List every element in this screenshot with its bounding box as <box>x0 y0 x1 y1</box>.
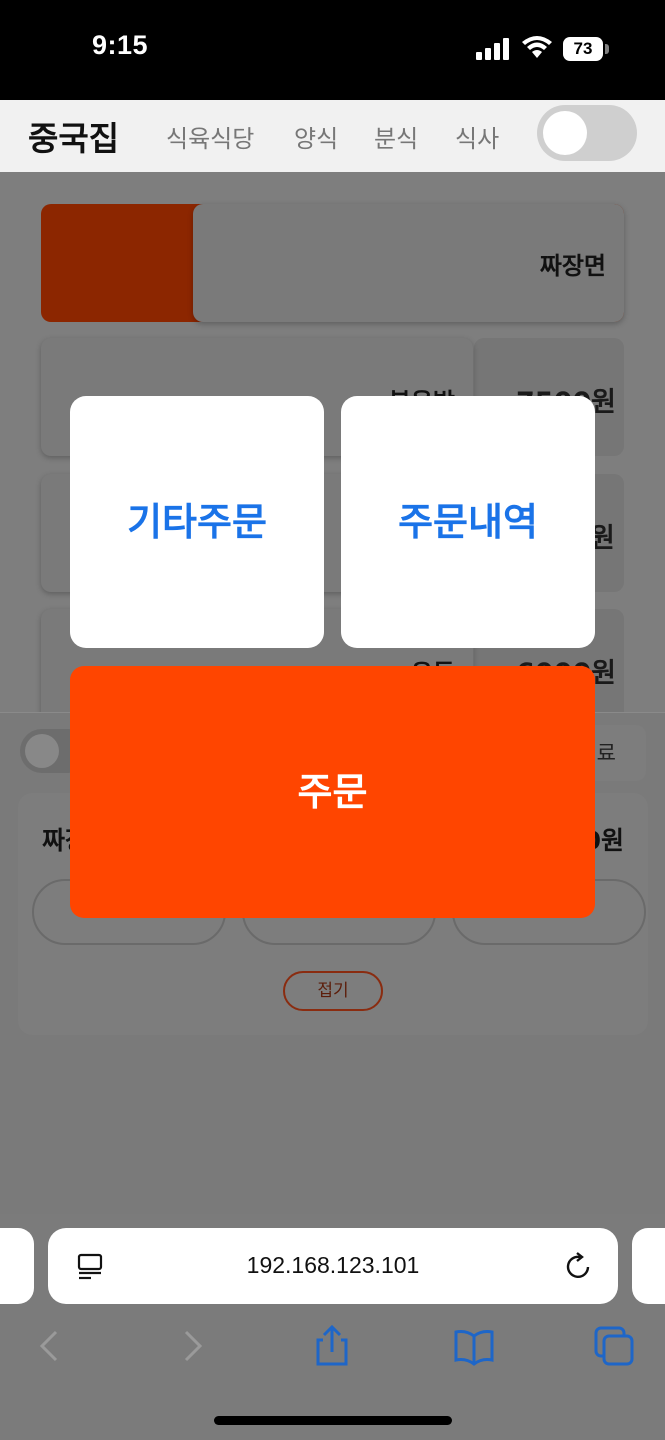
order-button[interactable]: 주문 <box>70 666 595 918</box>
reload-icon[interactable] <box>564 1250 594 1282</box>
tabs-icon[interactable] <box>592 1324 636 1368</box>
order-history-button[interactable]: 주문내역 <box>341 396 595 648</box>
nav-item-sikyuk[interactable]: 식육식당 <box>166 119 254 154</box>
fold-button[interactable]: 접기 <box>283 971 383 1011</box>
status-time: 9:15 <box>92 30 149 60</box>
wifi-icon <box>522 36 552 58</box>
top-nav: 중국집 식육식당 양식 분식 식사 <box>0 100 665 172</box>
share-icon[interactable] <box>310 1324 354 1368</box>
toggle-knob <box>25 734 59 768</box>
prev-tab-preview[interactable] <box>0 1228 34 1304</box>
brand-title[interactable]: 중국집 <box>28 112 119 160</box>
menu-item-card[interactable]: 짜장면 <box>193 204 624 322</box>
bookmarks-icon[interactable] <box>452 1324 496 1368</box>
url-text: 192.168.123.101 <box>246 1252 420 1278</box>
back-icon[interactable] <box>28 1324 72 1368</box>
battery-icon: 73 <box>563 37 603 61</box>
nav-item-snack[interactable]: 분식 <box>374 119 418 154</box>
nav-item-western[interactable]: 양식 <box>294 119 338 154</box>
cellular-signal-icon <box>476 38 512 60</box>
status-bar: 9:15 73 <box>0 0 665 100</box>
forward-icon[interactable] <box>170 1324 214 1368</box>
menu-item-name: 짜장면 <box>539 252 606 280</box>
address-bar[interactable]: 192.168.123.101 <box>48 1228 618 1304</box>
home-indicator <box>214 1416 452 1425</box>
next-tab-preview[interactable] <box>632 1228 665 1304</box>
mode-toggle[interactable] <box>537 105 637 161</box>
toggle-knob <box>543 111 587 155</box>
battery-tip <box>605 44 609 54</box>
nav-item-meal[interactable]: 식사 <box>455 119 499 154</box>
browser-toolbar: 192.168.123.101 <box>0 1214 665 1440</box>
etc-order-button[interactable]: 기타주문 <box>70 396 324 648</box>
